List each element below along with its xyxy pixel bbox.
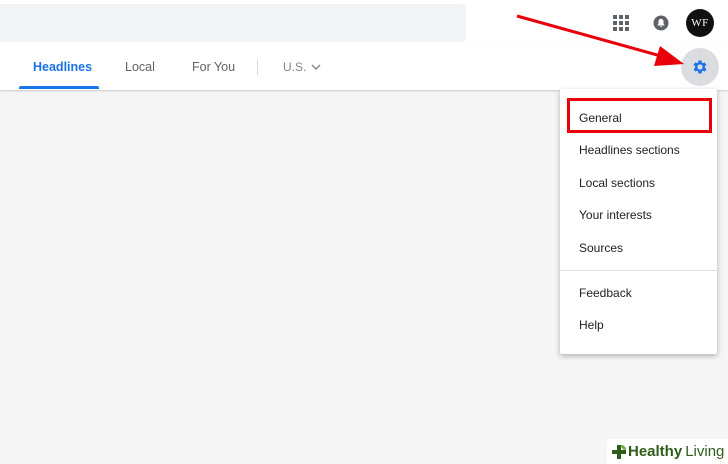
top-bar: WF [0,0,728,44]
account-avatar[interactable]: WF [686,9,714,37]
tab-headlines[interactable]: Headlines [33,44,92,90]
chevron-down-icon [311,64,321,70]
menu-item-feedback[interactable]: Feedback [579,285,632,301]
tab-divider [257,59,258,75]
menu-item-help[interactable]: Help [579,317,604,333]
search-field[interactable] [0,4,466,42]
plus-leaf-icon [612,444,626,459]
menu-item-your-interests[interactable]: Your interests [579,207,652,223]
menu-item-local-sections[interactable]: Local sections [579,175,655,191]
region-label: U.S. [283,60,307,74]
watermark-logo: Healthy Living [607,439,728,464]
watermark-brand-bold: Healthy [628,443,683,460]
gear-icon [693,60,707,74]
settings-button[interactable] [681,48,719,86]
active-tab-indicator [19,86,99,89]
menu-item-headlines-sections[interactable]: Headlines sections [579,142,680,158]
annotation-highlight-box [567,98,712,133]
section-nav: Headlines Local For You U.S. [0,44,728,90]
tab-local[interactable]: Local [125,44,155,90]
apps-grid-icon[interactable] [610,12,632,34]
watermark-brand-light: Living [685,443,725,460]
menu-item-sources[interactable]: Sources [579,240,623,256]
menu-divider [560,270,717,271]
tab-for-you[interactable]: For You [192,44,235,90]
bell-icon[interactable] [650,12,672,34]
region-selector[interactable]: U.S. [283,44,321,90]
